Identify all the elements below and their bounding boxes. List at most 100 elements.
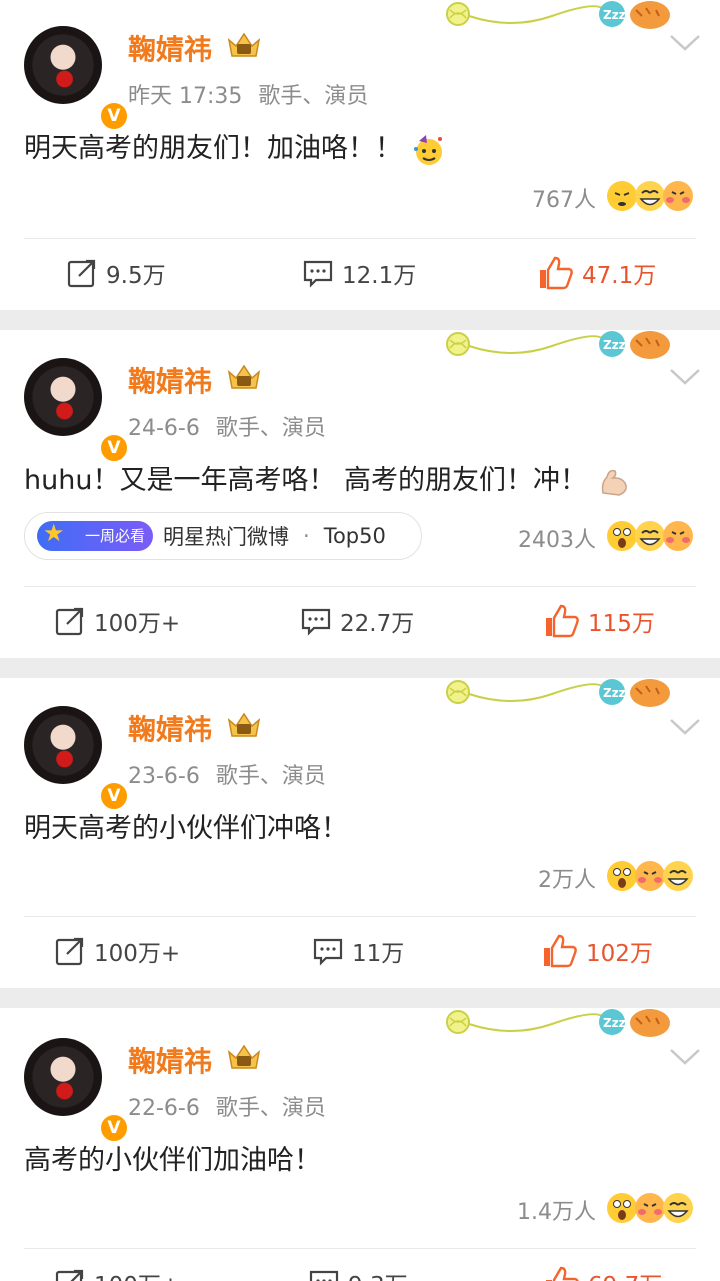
repost-icon <box>67 259 96 288</box>
crown-vip-icon <box>227 32 261 57</box>
thumbs-up-icon <box>540 256 573 290</box>
post-source: 歌手、演员 <box>258 84 369 109</box>
repost-icon <box>55 937 84 966</box>
post-source: 歌手、演员 <box>215 1096 326 1121</box>
post-text[interactable]: huhu！又是一年高考咯！ 高考的朋友们！冲！ <box>24 458 631 499</box>
card-separator <box>0 658 720 678</box>
post-card[interactable]: Zzz V 鞠婧祎 24-6-6 歌手、演员 huhu！又是一年高考咯！ 高考的朋… <box>0 330 720 658</box>
avatar[interactable]: V <box>24 706 129 811</box>
comment-count: 9.3万 <box>348 1266 408 1281</box>
author-name[interactable]: 鞠婧祎 <box>128 28 212 68</box>
flexed-biceps-emoji-icon <box>601 469 627 496</box>
hot-tag-chip[interactable]: 一周必看 明星热门微博 · Top50 <box>24 512 422 560</box>
yarn-cat-decoration: Zzz <box>446 1 670 29</box>
reaction-count[interactable]: 1.4万人 <box>517 1194 596 1226</box>
repost-count: 100万+ <box>94 941 181 967</box>
comment-button[interactable]: 12.1万 <box>302 256 416 290</box>
divider <box>24 586 696 587</box>
party-face-emoji-icon <box>414 134 442 165</box>
post-text-content: 明天高考的朋友们！加油咯！！ <box>24 133 402 164</box>
chevron-down-icon[interactable] <box>668 32 702 54</box>
thumbs-up-icon <box>546 604 579 638</box>
svg-text:Zzz: Zzz <box>603 8 626 22</box>
like-count: 115万 <box>588 611 655 637</box>
hot-tag-rank: Top50 <box>323 524 386 548</box>
chevron-down-icon[interactable] <box>668 1046 702 1068</box>
crown-vip-icon <box>227 1044 261 1069</box>
repost-button[interactable]: 9.5万 <box>66 256 166 290</box>
post-text[interactable]: 明天高考的朋友们！加油咯！！ <box>24 126 446 167</box>
divider <box>24 1248 696 1249</box>
repost-button[interactable]: 100万+ <box>54 1266 180 1281</box>
post-meta: 24-6-6 歌手、演员 <box>128 410 326 442</box>
post-time: 23-6-6 <box>128 764 200 789</box>
comment-icon <box>309 1270 339 1281</box>
comment-button[interactable]: 22.7万 <box>300 604 414 638</box>
author-name[interactable]: 鞠婧祎 <box>128 1040 212 1080</box>
post-meta: 昨天 17:35 歌手、演员 <box>128 78 368 110</box>
comment-button[interactable]: 11万 <box>312 934 404 968</box>
post-time: 昨天 17:35 <box>128 84 243 109</box>
divider <box>24 238 696 239</box>
thumbs-up-icon <box>546 1266 579 1281</box>
chevron-down-icon[interactable] <box>668 716 702 738</box>
svg-text:Zzz: Zzz <box>603 338 626 352</box>
like-count: 102万 <box>586 941 653 967</box>
reaction-count[interactable]: 767人 <box>532 182 596 214</box>
card-separator <box>0 310 720 330</box>
post-text[interactable]: 高考的小伙伴们加油哈！ <box>24 1138 321 1177</box>
post-card[interactable]: Zzz V 鞠婧祎 昨天 17:35 歌手、演员 明天高考的朋友们！加油咯！！ 7… <box>0 0 720 310</box>
hot-tag-label: 明星热门微博 <box>163 525 289 549</box>
like-count: 69.7万 <box>588 1266 662 1281</box>
avatar[interactable]: V <box>24 1038 129 1143</box>
post-time: 24-6-6 <box>128 416 200 441</box>
card-separator <box>0 988 720 1008</box>
thumbs-up-icon <box>544 934 577 968</box>
post-text-content: huhu！又是一年高考咯！ 高考的朋友们！冲！ <box>24 465 588 496</box>
post-card[interactable]: Zzz V 鞠婧祎 22-6-6 歌手、演员 高考的小伙伴们加油哈！ 1.4万人 … <box>0 1008 720 1281</box>
author-name[interactable]: 鞠婧祎 <box>128 360 212 400</box>
post-meta: 23-6-6 歌手、演员 <box>128 758 326 790</box>
repost-count: 9.5万 <box>106 263 166 289</box>
post-card[interactable]: Zzz V 鞠婧祎 23-6-6 歌手、演员 明天高考的小伙伴们冲咯！ 2万人 1… <box>0 678 720 988</box>
reaction-faces-icon[interactable] <box>606 518 696 554</box>
yarn-cat-decoration: Zzz <box>446 679 670 707</box>
author-name[interactable]: 鞠婧祎 <box>128 708 212 748</box>
like-count: 47.1万 <box>582 263 657 289</box>
repost-count: 100万+ <box>94 611 181 637</box>
reaction-count[interactable]: 2403人 <box>518 522 596 554</box>
reaction-faces-icon[interactable] <box>606 178 696 214</box>
crown-vip-icon <box>227 364 261 389</box>
post-text-content: 明天高考的小伙伴们冲咯！ <box>24 813 348 844</box>
chevron-down-icon[interactable] <box>668 366 702 388</box>
like-button[interactable]: 115万 <box>544 604 655 638</box>
repost-icon <box>55 607 84 636</box>
post-source: 歌手、演员 <box>215 416 326 441</box>
like-button[interactable]: 102万 <box>542 934 653 968</box>
comment-button[interactable]: 9.3万 <box>308 1266 408 1281</box>
crown-vip-icon <box>227 712 261 737</box>
avatar[interactable]: V <box>24 26 129 131</box>
yarn-cat-decoration: Zzz <box>446 1009 670 1037</box>
comment-icon <box>313 938 343 966</box>
reaction-count[interactable]: 2万人 <box>538 862 596 894</box>
weekly-must-see-badge: 一周必看 <box>37 518 153 551</box>
svg-text:Zzz: Zzz <box>603 686 626 700</box>
reaction-faces-icon[interactable] <box>606 858 696 894</box>
comment-icon <box>301 608 331 636</box>
comment-count: 11万 <box>352 941 405 967</box>
post-text[interactable]: 明天高考的小伙伴们冲咯！ <box>24 806 348 845</box>
comment-count: 12.1万 <box>342 263 417 289</box>
repost-count: 100万+ <box>94 1266 180 1281</box>
repost-button[interactable]: 100万+ <box>54 934 180 968</box>
like-button[interactable]: 69.7万 <box>544 1266 662 1281</box>
reaction-faces-icon[interactable] <box>606 1190 696 1226</box>
post-time: 22-6-6 <box>128 1096 200 1121</box>
comment-icon <box>303 260 333 288</box>
like-button[interactable]: 47.1万 <box>538 256 656 290</box>
avatar[interactable]: V <box>24 358 129 463</box>
post-text-content: 高考的小伙伴们加油哈！ <box>24 1145 321 1176</box>
post-source: 歌手、演员 <box>215 764 326 789</box>
repost-button[interactable]: 100万+ <box>54 604 180 638</box>
comment-count: 22.7万 <box>340 611 415 637</box>
